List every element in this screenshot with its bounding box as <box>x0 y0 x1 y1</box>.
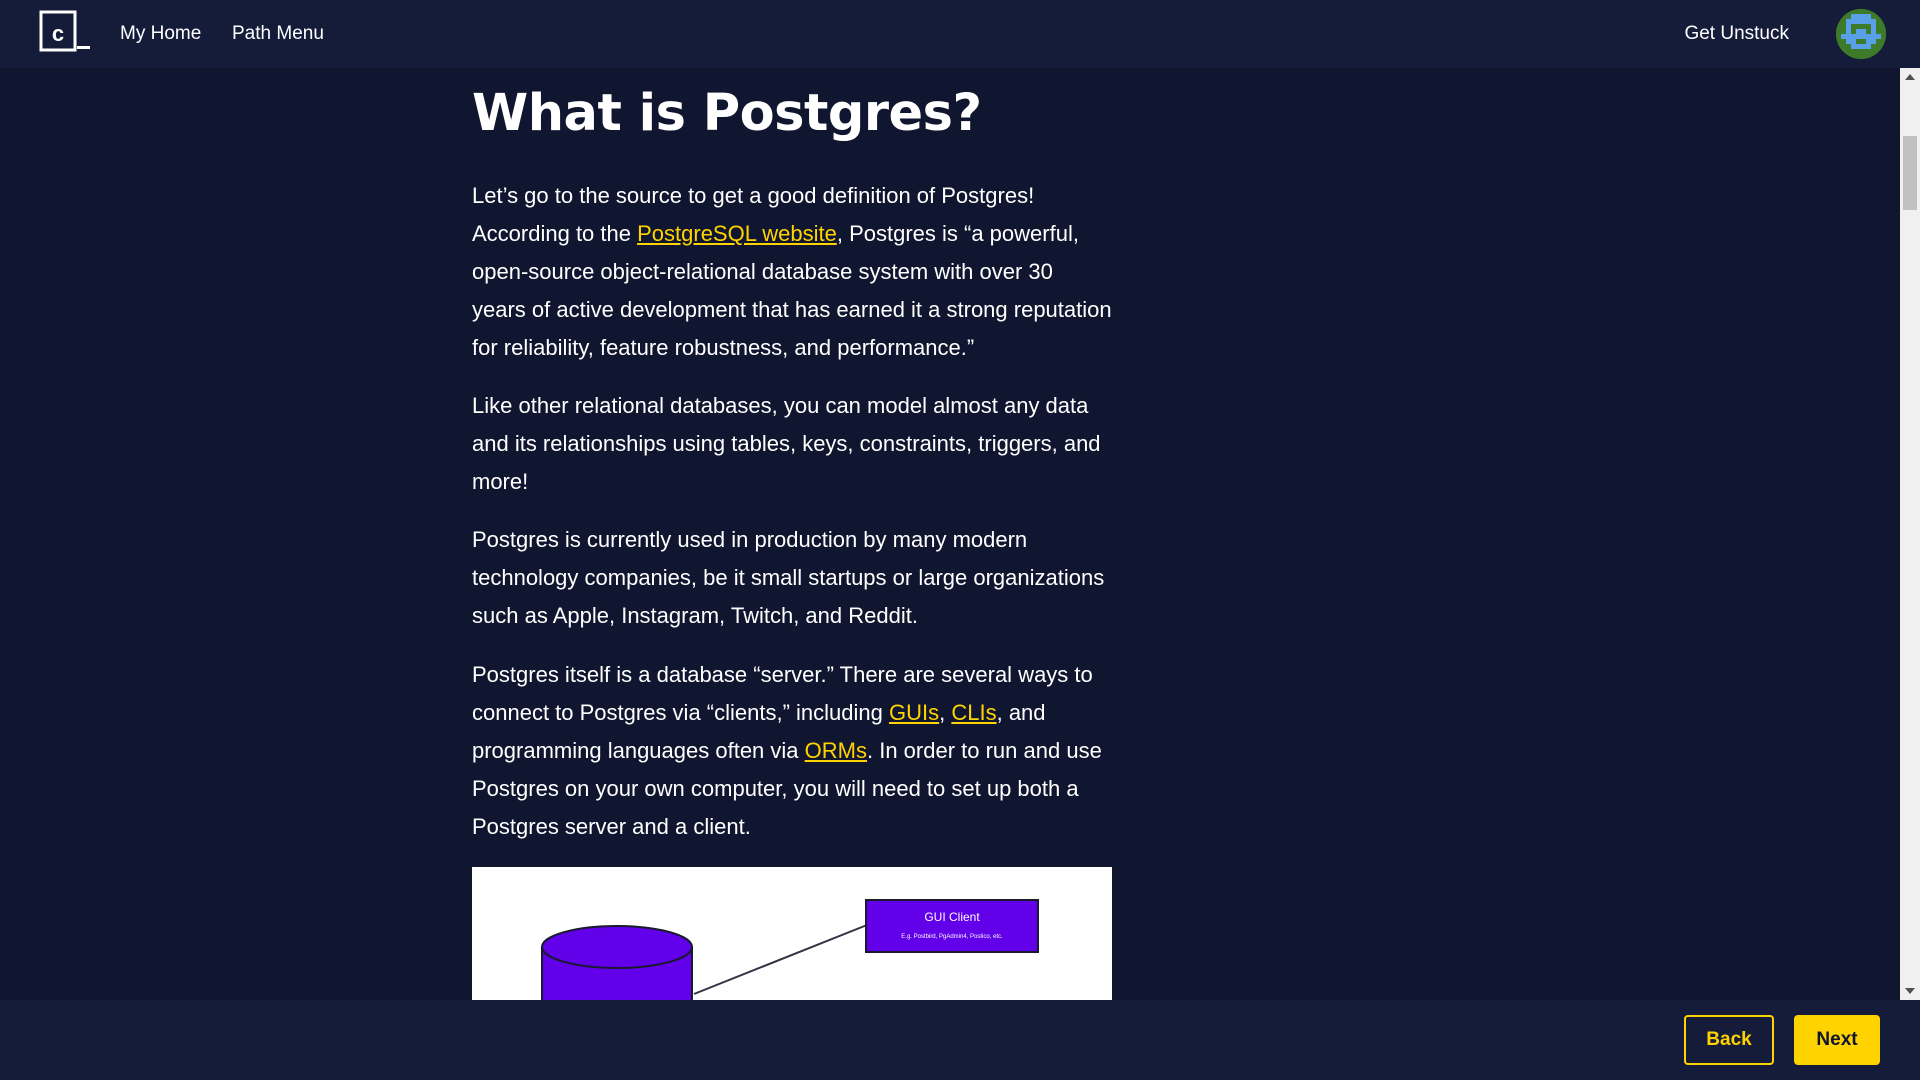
orms-link[interactable]: ORMs <box>805 738 867 763</box>
postgres-client-server-diagram: GUI Client E.g. Postbird, PgAdmin4, Post… <box>472 867 1112 1000</box>
paragraph-usage: Postgres is currently used in production… <box>472 527 1105 628</box>
pixel-avatar-icon <box>1836 9 1886 59</box>
nav-path-menu-link[interactable]: Path Menu <box>232 20 324 48</box>
scrollbar-thumb[interactable] <box>1903 136 1917 210</box>
user-avatar[interactable] <box>1836 9 1886 59</box>
svg-text:c: c <box>52 21 64 46</box>
postgresql-website-link[interactable]: PostgreSQL website <box>637 221 837 246</box>
clis-link[interactable]: CLIs <box>951 700 996 725</box>
paragraph-definition: Let’s go to the source to get a good def… <box>472 177 1112 367</box>
scroll-down-arrow-icon[interactable] <box>1900 982 1920 1000</box>
vertical-scrollbar[interactable] <box>1900 68 1920 1000</box>
paragraph-clients: Postgres itself is a database “server.” … <box>472 656 1112 846</box>
page-title: What is Postgres? <box>472 84 982 143</box>
nav-my-home-link[interactable]: My Home <box>120 20 201 48</box>
paragraph-text: , <box>939 700 952 725</box>
back-button[interactable]: Back <box>1684 1015 1774 1065</box>
paragraph-relational: Like other relational databases, you can… <box>472 393 1101 494</box>
lesson-content-area[interactable]: What is Postgres? Let’s go to the source… <box>0 68 1900 1000</box>
connection-line <box>693 924 868 995</box>
top-navigation-bar: c My Home Path Menu Get Unstuck <box>0 0 1920 68</box>
gui-client-box <box>865 899 1039 953</box>
guis-link[interactable]: GUIs <box>889 700 939 725</box>
gui-client-subtitle: E.g. Postbird, PgAdmin4, Postico, etc. <box>901 934 1003 940</box>
gui-client-title: GUI Client <box>924 910 980 924</box>
codecademy-logo-icon[interactable]: c <box>39 10 93 54</box>
next-button[interactable]: Next <box>1794 1015 1880 1065</box>
lesson-footer-bar: Back Next <box>0 1000 1920 1080</box>
diagram-svg: GUI Client E.g. Postbird, PgAdmin4, Post… <box>541 899 1039 1000</box>
database-cylinder-icon <box>541 925 693 1000</box>
nav-get-unstuck-link[interactable]: Get Unstuck <box>1684 20 1789 48</box>
scroll-up-arrow-icon[interactable] <box>1900 68 1920 86</box>
